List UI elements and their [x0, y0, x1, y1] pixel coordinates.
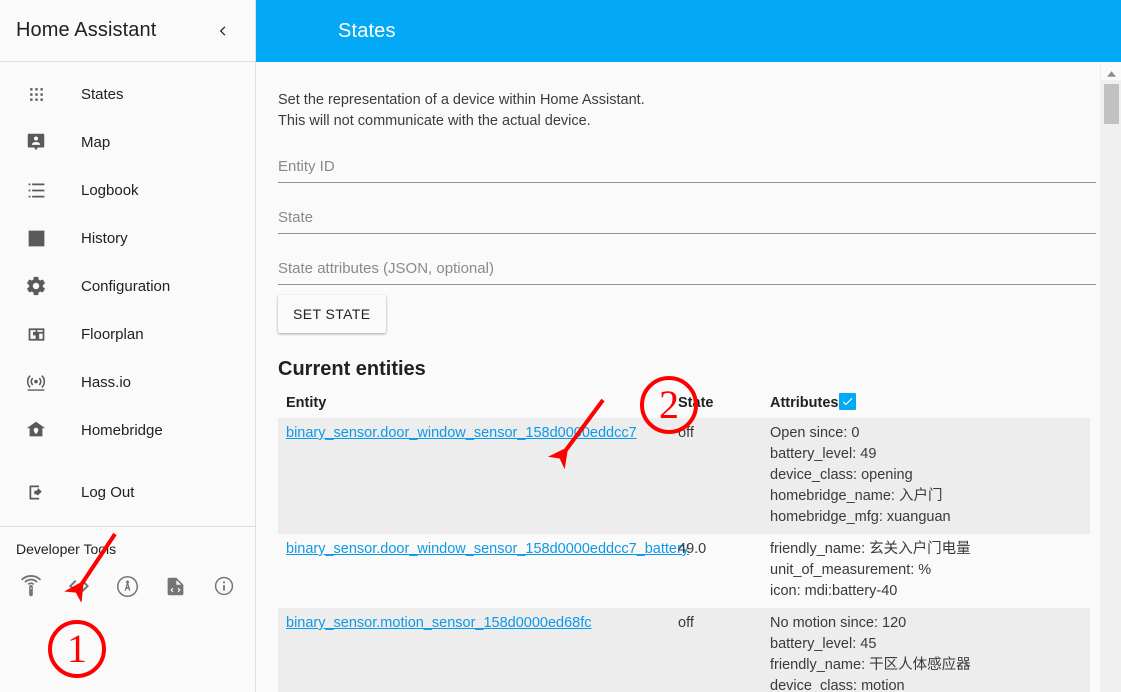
information-icon[interactable]	[207, 569, 241, 603]
table-row[interactable]: binary_sensor.door_window_sensor_158d000…	[278, 418, 1090, 534]
attributes-cell: Open since: 0 battery_level: 49 device_c…	[762, 418, 1090, 534]
attribute-line: No motion since: 120	[770, 615, 907, 631]
sidebar-nav: States Map Logbook History Configuration…	[0, 62, 255, 516]
hassio-broadcast-icon	[24, 370, 48, 394]
sidebar-item-label: Homebridge	[81, 421, 163, 439]
scrollbar-thumb[interactable]	[1104, 84, 1119, 124]
attribute-line: battery_level: 49	[770, 446, 877, 462]
state-attributes-underline	[278, 284, 1096, 285]
sidebar-item-label: Hass.io	[81, 373, 132, 391]
scrollbar-track[interactable]	[1101, 80, 1121, 692]
state-label: State	[278, 209, 314, 226]
code-tags-states-icon[interactable]	[62, 569, 96, 603]
state-attributes-label: State attributes (JSON, optional)	[278, 260, 494, 277]
entity-id-underline	[278, 182, 1096, 183]
app-root: Home Assistant States Map Logbook Histor…	[0, 0, 1121, 692]
exit-to-app-icon	[24, 480, 48, 504]
attribute-line: device_class: motion	[770, 678, 905, 692]
page-title: States	[338, 19, 396, 42]
entity-link[interactable]: binary_sensor.motion_sensor_158d0000ed68…	[286, 615, 592, 631]
apps-grid-icon	[24, 82, 48, 106]
scroll-up-arrow-icon[interactable]	[1101, 62, 1121, 80]
account-badge-icon	[24, 130, 48, 154]
set-state-button[interactable]: SET STATE	[278, 295, 386, 333]
sidebar-item-logbook[interactable]: Logbook	[0, 166, 255, 214]
sidebar-item-label: Log Out	[81, 483, 135, 501]
column-header-attributes-label: Attributes	[770, 395, 839, 411]
state-cell: off	[670, 418, 762, 534]
sidebar: Home Assistant States Map Logbook Histor…	[0, 0, 256, 692]
cog-icon	[24, 274, 48, 298]
sidebar-item-floorplan[interactable]: Floorplan	[0, 310, 255, 358]
developer-tools-title: Developer Tools	[16, 541, 117, 557]
sidebar-item-label: History	[81, 229, 128, 247]
content-scroll-region: Set the representation of a device withi…	[256, 62, 1121, 692]
file-code-template-icon[interactable]	[159, 569, 193, 603]
entity-link[interactable]: binary_sensor.door_window_sensor_158d000…	[286, 425, 637, 441]
entity-link[interactable]: binary_sensor.door_window_sensor_158d000…	[286, 541, 689, 557]
attribute-line: unit_of_measurement: %	[770, 562, 932, 578]
entities-table: Entity State Attributes binary_sensor.do…	[278, 387, 1090, 692]
floorplan-icon	[24, 322, 48, 346]
current-entities-heading: Current entities	[278, 358, 426, 380]
table-row[interactable]: binary_sensor.door_window_sensor_158d000…	[278, 534, 1090, 608]
sidebar-item-states[interactable]: States	[0, 70, 255, 118]
app-toolbar: States	[256, 0, 1121, 62]
sidebar-item-label: Map	[81, 133, 111, 151]
intro-line-2: This will not communicate with the actua…	[278, 113, 591, 129]
developer-tools-section: Developer Tools	[0, 527, 255, 603]
sidebar-item-label: Configuration	[81, 277, 171, 295]
sidebar-item-history[interactable]: History	[0, 214, 255, 262]
chevron-left-icon[interactable]	[203, 11, 243, 51]
attribute-line: friendly_name: 玄关入户门电量	[770, 541, 971, 557]
app-title: Home Assistant	[16, 19, 157, 41]
chart-box-icon	[24, 226, 48, 250]
remote-services-icon[interactable]	[14, 569, 48, 603]
attributes-cell: friendly_name: 玄关入户门电量 unit_of_measureme…	[762, 534, 1090, 608]
intro-text: Set the representation of a device withi…	[278, 90, 1099, 132]
attributes-cell: No motion since: 120 battery_level: 45 f…	[762, 608, 1090, 692]
home-roof-icon	[24, 418, 48, 442]
intro-line-1: Set the representation of a device withi…	[278, 92, 645, 108]
entity-cell: binary_sensor.door_window_sensor_158d000…	[278, 418, 670, 534]
sidebar-item-log-out[interactable]: Log Out	[0, 468, 255, 516]
sidebar-item-label: Logbook	[81, 181, 139, 199]
sidebar-item-label: States	[81, 85, 124, 103]
column-header-state[interactable]: State	[670, 387, 762, 418]
column-header-attributes[interactable]: Attributes	[762, 387, 1090, 418]
entity-cell: binary_sensor.door_window_sensor_158d000…	[278, 534, 689, 608]
state-field-wrap: State	[278, 209, 1096, 234]
sidebar-item-configuration[interactable]: Configuration	[0, 262, 255, 310]
attribute-line: battery_level: 45	[770, 636, 877, 652]
vertical-scrollbar[interactable]	[1100, 62, 1121, 692]
attribute-line: Open since: 0	[770, 425, 860, 441]
attribute-line: homebridge_mfg: xuanguan	[770, 509, 951, 525]
broadcast-events-icon[interactable]	[111, 569, 145, 603]
attribute-line: icon: mdi:battery-40	[770, 583, 898, 599]
sidebar-item-map[interactable]: Map	[0, 118, 255, 166]
entity-cell: binary_sensor.motion_sensor_158d0000ed68…	[278, 608, 670, 692]
state-cell: 49.0	[678, 541, 707, 557]
developer-tools-icons	[0, 569, 255, 603]
column-header-entity[interactable]: Entity	[278, 387, 670, 418]
main-area: States Set the representation of a devic…	[256, 0, 1121, 692]
attribute-line: device_class: opening	[770, 467, 913, 483]
entity-id-label: Entity ID	[278, 158, 335, 175]
sidebar-item-label: Floorplan	[81, 325, 144, 343]
states-panel: Set the representation of a device withi…	[256, 62, 1121, 692]
format-list-bulleted-icon	[24, 178, 48, 202]
table-header-row: Entity State Attributes	[278, 387, 1090, 418]
attributes-checkbox[interactable]	[839, 393, 857, 410]
state-attributes-field-wrap: State attributes (JSON, optional)	[278, 260, 1096, 285]
entity-id-field-wrap: Entity ID	[278, 158, 1096, 183]
attribute-line: homebridge_name: 入户门	[770, 488, 943, 504]
attribute-line: friendly_name: 干区人体感应器	[770, 657, 971, 673]
sidebar-item-hassio[interactable]: Hass.io	[0, 358, 255, 406]
table-row[interactable]: binary_sensor.motion_sensor_158d0000ed68…	[278, 608, 1090, 692]
state-underline	[278, 233, 1096, 234]
sidebar-item-homebridge[interactable]: Homebridge	[0, 406, 255, 454]
sidebar-header: Home Assistant	[0, 0, 255, 62]
state-cell: off	[670, 608, 762, 692]
